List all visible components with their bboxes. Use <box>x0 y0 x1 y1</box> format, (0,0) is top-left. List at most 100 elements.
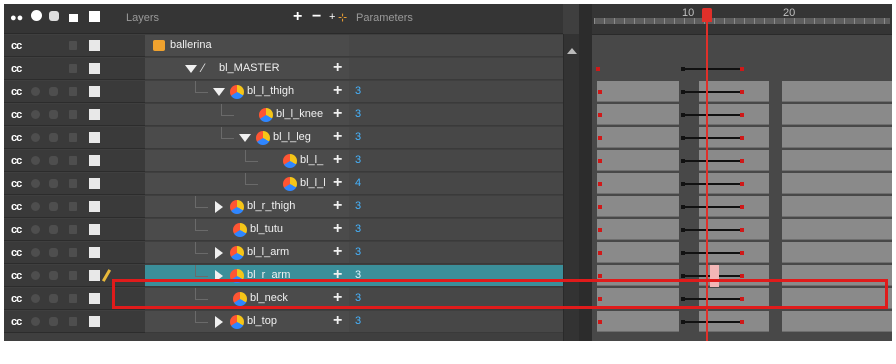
lock-toggle-icon[interactable] <box>69 179 77 188</box>
stack-icon[interactable] <box>49 11 59 21</box>
add-deformation-icon[interactable]: ⊹ <box>338 11 347 24</box>
keyframe-marker[interactable] <box>598 205 602 209</box>
layer-name-cell[interactable]: bl_l_ + <box>145 150 349 172</box>
exposure-block[interactable] <box>597 242 679 263</box>
exposure-block[interactable] <box>782 81 892 102</box>
visibility-toggle-icon[interactable]: cc <box>11 224 22 236</box>
timeline-row[interactable] <box>592 104 892 126</box>
lock-toggle-icon[interactable] <box>69 133 77 142</box>
expand-right-icon[interactable] <box>215 247 223 259</box>
expand-right-icon[interactable] <box>215 201 223 213</box>
exposure-block[interactable] <box>597 150 679 171</box>
color-swatch-icon[interactable] <box>89 63 100 74</box>
timeline-row[interactable] <box>592 58 892 80</box>
lock-toggle-icon[interactable] <box>69 271 77 280</box>
parameter-cell[interactable]: 3 <box>349 127 563 149</box>
visibility-toggle-icon[interactable]: cc <box>11 109 22 121</box>
exposure-block[interactable] <box>782 242 892 263</box>
keyframe-marker[interactable] <box>596 67 600 71</box>
layer-name-cell[interactable]: bl_l_leg + <box>145 127 349 149</box>
keyframe-marker[interactable] <box>740 67 744 71</box>
keyframe-marker[interactable] <box>598 136 602 140</box>
layer-name-cell[interactable]: bl_tutu + <box>145 219 349 241</box>
stack-toggle-icon[interactable] <box>49 202 58 211</box>
ghost-toggle-icon[interactable] <box>31 317 40 326</box>
expand-down-icon[interactable] <box>239 134 251 142</box>
exposure-block[interactable] <box>782 150 892 171</box>
layer-name-cell[interactable]: ⁄ bl_MASTER + <box>145 58 349 80</box>
keyframe-marker[interactable] <box>740 251 744 255</box>
keyframe-marker[interactable] <box>598 113 602 117</box>
keyframe-marker[interactable] <box>740 228 744 232</box>
parameter-cell[interactable]: 3 <box>349 219 563 241</box>
layer-name-cell[interactable]: bl_top + <box>145 311 349 333</box>
timeline-row[interactable] <box>592 219 892 241</box>
visibility-toggle-icon[interactable]: cc <box>11 63 22 75</box>
color-swatch-icon[interactable] <box>89 11 100 22</box>
keyframe-marker[interactable] <box>740 205 744 209</box>
add-layer-parameter-icon[interactable]: + <box>333 312 342 330</box>
layer-name-cell[interactable]: ballerina <box>145 35 349 57</box>
keyframe-marker[interactable] <box>740 320 744 324</box>
remove-layer-icon[interactable]: − <box>312 8 321 26</box>
add-layer-parameter-icon[interactable]: + <box>333 243 342 261</box>
lock-toggle-icon[interactable] <box>69 225 77 234</box>
keyframe-marker[interactable] <box>598 274 602 278</box>
visibility-toggle-icon[interactable]: cc <box>11 155 22 167</box>
timeline-row[interactable] <box>592 150 892 172</box>
add-layer-icon[interactable]: + <box>293 8 302 26</box>
layer-name-cell[interactable]: bl_l_l + <box>145 173 349 195</box>
stack-toggle-icon[interactable] <box>49 179 58 188</box>
parameter-cell[interactable]: 3 <box>349 196 563 218</box>
timeline-row[interactable] <box>592 311 892 333</box>
lock-toggle-icon[interactable] <box>69 156 77 165</box>
add-layer-parameter-icon[interactable]: + <box>333 151 342 169</box>
keyframe-marker[interactable] <box>740 159 744 163</box>
frame-ruler[interactable]: 10 20 <box>592 4 892 35</box>
exposure-block[interactable] <box>597 104 679 125</box>
layer-name-cell[interactable]: bl_l_knee + <box>145 104 349 126</box>
expand-down-icon[interactable] <box>185 65 197 73</box>
keyframe-marker[interactable] <box>598 228 602 232</box>
stack-toggle-icon[interactable] <box>49 271 58 280</box>
stack-toggle-icon[interactable] <box>49 156 58 165</box>
ghost-toggle-icon[interactable] <box>31 294 40 303</box>
expand-right-icon[interactable] <box>215 316 223 328</box>
exposure-block[interactable] <box>597 219 679 240</box>
color-swatch-icon[interactable] <box>89 224 100 235</box>
color-swatch-icon[interactable] <box>89 109 100 120</box>
timeline-row[interactable] <box>592 127 892 149</box>
exposure-block[interactable] <box>782 219 892 240</box>
stack-toggle-icon[interactable] <box>49 133 58 142</box>
lock-toggle-icon[interactable] <box>69 41 77 50</box>
lock-icon[interactable] <box>69 14 78 22</box>
visibility-toggle-icon[interactable]: cc <box>11 40 22 52</box>
visibility-toggle-icon[interactable]: cc <box>11 178 22 190</box>
add-layer-parameter-icon[interactable]: + <box>333 128 342 146</box>
add-layer-parameter-icon[interactable]: + <box>333 82 342 100</box>
lock-toggle-icon[interactable] <box>69 294 77 303</box>
add-peg-icon[interactable]: + <box>329 11 335 23</box>
visibility-toggle-icon[interactable]: cc <box>11 247 22 259</box>
lock-toggle-icon[interactable] <box>69 87 77 96</box>
ghost-toggle-icon[interactable] <box>31 271 40 280</box>
color-swatch-icon[interactable] <box>89 40 100 51</box>
lock-toggle-icon[interactable] <box>69 64 77 73</box>
add-layer-parameter-icon[interactable]: + <box>333 220 342 238</box>
color-swatch-icon[interactable] <box>89 293 100 304</box>
color-swatch-icon[interactable] <box>89 86 100 97</box>
ghost-toggle-icon[interactable] <box>31 225 40 234</box>
visibility-toggle-icon[interactable]: cc <box>11 293 22 305</box>
keyframe-marker[interactable] <box>740 113 744 117</box>
timeline-row[interactable] <box>592 81 892 103</box>
parameter-cell[interactable]: 3 <box>349 311 563 333</box>
parameter-cell[interactable]: 3 <box>349 104 563 126</box>
keyframe-marker[interactable] <box>740 136 744 140</box>
keyframe-marker[interactable] <box>598 159 602 163</box>
color-swatch-icon[interactable] <box>89 270 100 281</box>
stack-toggle-icon[interactable] <box>49 248 58 257</box>
add-layer-parameter-icon[interactable]: + <box>333 105 342 123</box>
ghost-toggle-icon[interactable] <box>31 179 40 188</box>
keyframe-marker[interactable] <box>740 182 744 186</box>
add-layer-parameter-icon[interactable]: + <box>333 59 342 77</box>
